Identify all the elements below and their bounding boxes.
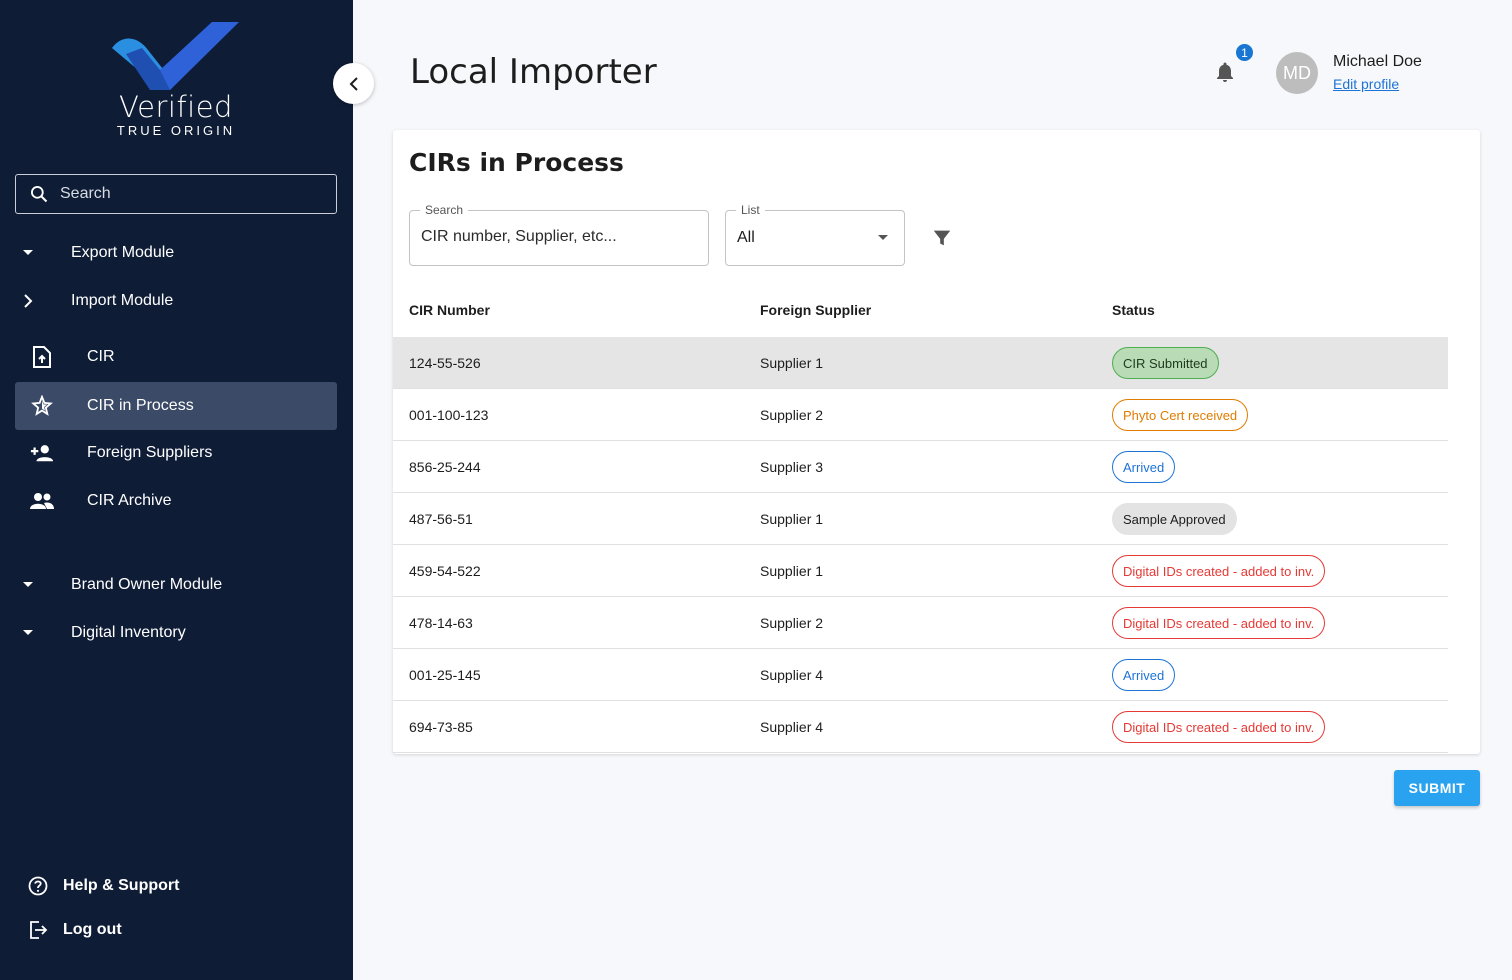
column-header-foreign-supplier[interactable]: Foreign Supplier bbox=[760, 302, 871, 318]
verified-logo: Verified TRUE ORIGIN bbox=[108, 20, 248, 140]
nav-export-module[interactable]: Export Module bbox=[15, 229, 337, 277]
status-badge: CIR Submitted bbox=[1112, 347, 1219, 379]
table-row[interactable]: 001-100-123 Supplier 2 Phyto Cert received bbox=[393, 389, 1448, 441]
help-support-label: Help & Support bbox=[63, 877, 180, 894]
status-badge: Digital IDs created - added to inv. bbox=[1112, 555, 1326, 587]
add-person-icon bbox=[30, 441, 54, 465]
caret-down-icon bbox=[21, 626, 35, 640]
foreign-supplier-cell: Supplier 4 bbox=[760, 667, 824, 683]
nav-cir-in-process[interactable]: CIR in Process bbox=[15, 382, 337, 430]
table-row[interactable]: 001-25-145 Supplier 4 Arrived bbox=[393, 649, 1448, 701]
nav-cir[interactable]: CIR bbox=[15, 333, 337, 381]
foreign-supplier-cell: Supplier 4 bbox=[760, 719, 824, 735]
caret-down-icon bbox=[878, 235, 888, 240]
foreign-supplier-cell: Supplier 1 bbox=[760, 511, 824, 527]
nav-brand-owner-module[interactable]: Brand Owner Module bbox=[15, 561, 337, 609]
foreign-supplier-cell: Supplier 1 bbox=[760, 563, 824, 579]
brand-name: Verified bbox=[119, 90, 233, 124]
nav-digital-inventory[interactable]: Digital Inventory bbox=[15, 609, 337, 657]
nav-brand-owner-module-label: Brand Owner Module bbox=[71, 576, 223, 593]
nav-import-module-label: Import Module bbox=[71, 292, 174, 309]
list-select-value: All bbox=[737, 229, 755, 246]
sidebar: Verified TRUE ORIGIN Export Module Impor… bbox=[0, 0, 353, 980]
nav-cir-archive-label: CIR Archive bbox=[87, 492, 172, 509]
nav-foreign-suppliers-label: Foreign Suppliers bbox=[87, 444, 213, 461]
card-title: CIRs in Process bbox=[409, 148, 624, 177]
sidebar-search-input[interactable] bbox=[60, 185, 310, 203]
cir-number-cell: 694-73-85 bbox=[409, 719, 473, 735]
status-badge: Digital IDs created - added to inv. bbox=[1112, 711, 1326, 743]
page-title: Local Importer bbox=[410, 52, 657, 92]
foreign-supplier-cell: Supplier 2 bbox=[760, 615, 824, 631]
user-name: Michael Doe bbox=[1333, 53, 1422, 70]
star-icon bbox=[30, 394, 54, 418]
checkmark-logo-icon bbox=[112, 22, 239, 90]
help-support-link[interactable]: Help & Support bbox=[27, 875, 179, 897]
filter-icon[interactable] bbox=[931, 227, 953, 249]
collapse-sidebar-button[interactable] bbox=[333, 63, 374, 104]
file-upload-icon bbox=[30, 345, 54, 369]
people-icon bbox=[30, 489, 54, 513]
status-badge: Arrived bbox=[1112, 659, 1176, 691]
cir-number-cell: 478-14-63 bbox=[409, 615, 473, 631]
cir-number-cell: 459-54-522 bbox=[409, 563, 481, 579]
edit-profile-link[interactable]: Edit profile bbox=[1333, 76, 1399, 92]
table-row[interactable]: 856-25-244 Supplier 3 Arrived bbox=[393, 441, 1448, 493]
list-select[interactable]: List All bbox=[725, 203, 905, 266]
status-badge: Arrived bbox=[1112, 451, 1176, 483]
nav-cir-label: CIR bbox=[87, 348, 115, 365]
nav-digital-inventory-label: Digital Inventory bbox=[71, 624, 186, 641]
table-row[interactable]: 694-73-85 Supplier 4 Digital IDs created -… bbox=[393, 701, 1448, 753]
foreign-supplier-cell: Supplier 3 bbox=[760, 459, 824, 475]
cir-number-cell: 001-25-145 bbox=[409, 667, 481, 683]
nav-cir-in-process-label: CIR in Process bbox=[87, 397, 194, 414]
nav-cir-archive[interactable]: CIR Archive bbox=[15, 477, 337, 525]
notification-bell-icon[interactable] bbox=[1213, 60, 1237, 84]
table-row[interactable]: 124-55-526 Supplier 1 CIR Submitted bbox=[393, 337, 1448, 389]
cirs-in-process-card: CIRs in Process Search List All CIR Numb… bbox=[393, 130, 1480, 754]
nav-export-module-label: Export Module bbox=[71, 244, 175, 261]
search-input[interactable] bbox=[421, 228, 691, 246]
caret-down-icon bbox=[21, 578, 35, 592]
status-badge: Sample Approved bbox=[1112, 503, 1237, 535]
status-badge: Phyto Cert received bbox=[1112, 399, 1249, 431]
foreign-supplier-cell: Supplier 2 bbox=[760, 407, 824, 423]
logout-link[interactable]: Log out bbox=[27, 919, 122, 941]
chevron-right-icon bbox=[21, 294, 35, 308]
chevron-left-icon bbox=[349, 76, 358, 91]
logout-icon bbox=[27, 919, 49, 941]
submit-button[interactable]: SUBMIT bbox=[1394, 770, 1480, 806]
list-select-label: List bbox=[736, 203, 765, 217]
help-icon bbox=[27, 875, 49, 897]
search-icon bbox=[31, 186, 48, 203]
cir-number-cell: 487-56-51 bbox=[409, 511, 473, 527]
search-field-label: Search bbox=[420, 203, 469, 217]
avatar[interactable]: MD bbox=[1276, 52, 1318, 94]
sidebar-search[interactable] bbox=[15, 174, 337, 214]
table-row[interactable]: 459-54-522 Supplier 1 Digital IDs created … bbox=[393, 545, 1448, 597]
caret-down-icon bbox=[21, 246, 35, 260]
cir-number-cell: 124-55-526 bbox=[409, 355, 481, 371]
cir-number-cell: 001-100-123 bbox=[409, 407, 489, 423]
cir-number-cell: 856-25-244 bbox=[409, 459, 481, 475]
search-field[interactable]: Search bbox=[409, 203, 709, 266]
column-header-cir-number[interactable]: CIR Number bbox=[409, 302, 490, 318]
table-row[interactable]: 478-14-63 Supplier 2 Digital IDs created -… bbox=[393, 597, 1448, 649]
table-row[interactable]: 487-56-51 Supplier 1 Sample Approved bbox=[393, 493, 1448, 545]
status-badge: Digital IDs created - added to inv. bbox=[1112, 607, 1326, 639]
logout-label: Log out bbox=[63, 921, 122, 938]
brand-tagline: TRUE ORIGIN bbox=[116, 123, 236, 138]
foreign-supplier-cell: Supplier 1 bbox=[760, 355, 824, 371]
nav-import-module[interactable]: Import Module bbox=[15, 277, 337, 325]
column-header-status[interactable]: Status bbox=[1112, 302, 1155, 318]
notification-count-badge: 1 bbox=[1234, 42, 1255, 63]
nav-foreign-suppliers[interactable]: Foreign Suppliers bbox=[15, 429, 337, 477]
